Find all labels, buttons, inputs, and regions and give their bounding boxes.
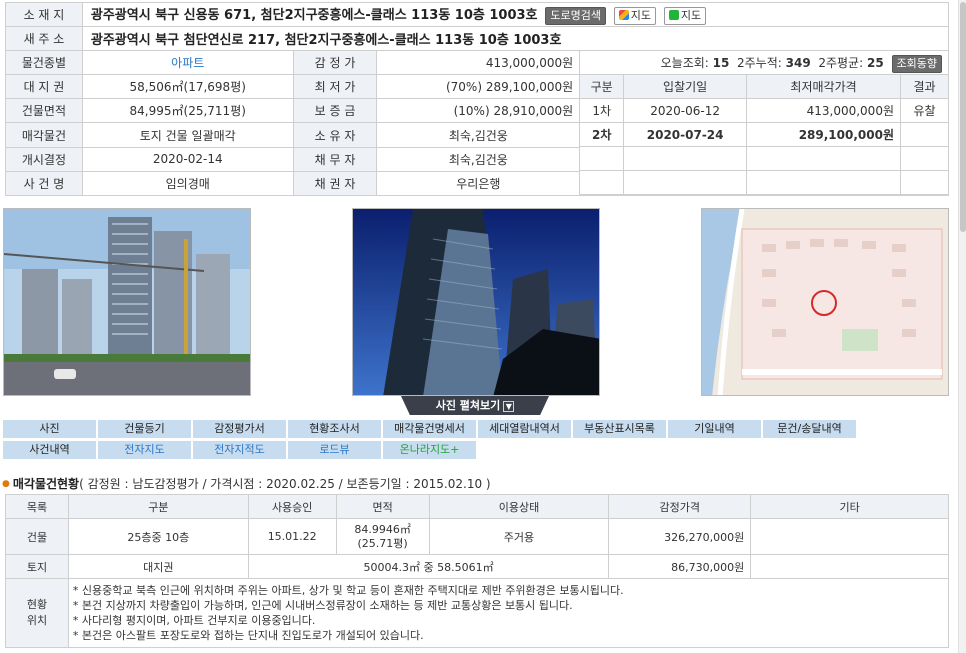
- info-label: 매각물건: [5, 122, 83, 148]
- info-label: 개시결정: [5, 146, 83, 172]
- info-label: 소 유 자: [292, 122, 378, 148]
- bid-round: 2차: [580, 122, 625, 147]
- map-d-icon: [618, 9, 629, 20]
- building-area-cell: 84.9946㎡ (25.71평): [335, 518, 430, 555]
- nav-e-map[interactable]: 전자지도: [97, 440, 192, 460]
- nav-cadastral-map[interactable]: 전자지적도: [192, 440, 287, 460]
- photo-building[interactable]: [352, 208, 600, 396]
- goods-header: 구분: [67, 494, 249, 519]
- nav-documents[interactable]: 문건/송달내역: [762, 419, 857, 439]
- case-name: 임의경매: [81, 170, 294, 197]
- bid-header: 결과: [900, 74, 948, 99]
- note-line: * 신용중학교 북측 인근에 위치하며 주위는 아파트, 상가 및 학교 등이 …: [72, 584, 624, 597]
- property-type[interactable]: 아파트: [81, 49, 294, 76]
- approval-date: 15.01.22: [247, 518, 337, 555]
- bid-date: 2020-06-12: [623, 98, 748, 123]
- location-status-label: 현황 위치: [5, 578, 69, 648]
- nav-photos[interactable]: 사진: [2, 419, 97, 439]
- info-label: 물건종별: [5, 49, 83, 76]
- photo-view-all-button[interactable]: 사진 펼쳐보기 ▼: [401, 396, 549, 415]
- vertical-scrollbar[interactable]: [958, 0, 966, 653]
- info-label: 사 건 명: [5, 170, 83, 197]
- bid-panel: 오늘조회: 15 2주누적: 349 2주평균: 25 조회동향 구분 입찰기일…: [579, 50, 949, 196]
- location-notes: * 신용중학교 북측 인근에 위치하며 주위는 아파트, 상가 및 학교 등이 …: [67, 578, 950, 648]
- bid-history-table: 구분 입찰기일 최저매각가격 결과 1차 2020-06-12 413,000,…: [580, 74, 948, 195]
- land-price: 86,730,000원: [608, 554, 752, 579]
- location-row: 광주광역시 북구 신용동 671, 첨단2지구중흥에스-클래스 113동 10층…: [81, 2, 950, 27]
- bid-result: 유찰: [900, 98, 948, 123]
- land-right-area: 58,506㎡(17,698평): [81, 74, 294, 100]
- bid-header: 입찰기일: [623, 74, 748, 99]
- sale-items: 토지 건물 일괄매각: [81, 122, 294, 148]
- info-label: 대 지 권: [5, 74, 83, 100]
- property-info-table: 소 재 지 광주광역시 북구 신용동 671, 첨단2지구중흥에스-클래스 11…: [5, 2, 950, 197]
- scrollbar-thumb[interactable]: [960, 2, 966, 232]
- chevron-down-icon: ▼: [503, 401, 515, 412]
- owner: 최숙,김건웅: [376, 122, 581, 148]
- info-label: 채 무 자: [292, 146, 378, 172]
- debtor: 최숙,김건웅: [376, 146, 581, 172]
- photo-street-view[interactable]: [3, 208, 251, 396]
- bid-result: [900, 122, 948, 147]
- note-line: * 사다리형 평지이며, 아파트 건부지로 이용중입니다.: [72, 614, 316, 627]
- goods-header: 기타: [750, 494, 949, 519]
- bid-price: 413,000,000원: [746, 98, 901, 123]
- location-label: 소 재 지: [5, 2, 83, 27]
- nav-onnara-map[interactable]: 온나라지도+: [382, 440, 477, 460]
- goods-header: 이용상태: [428, 494, 610, 519]
- photo-map[interactable]: [701, 208, 949, 396]
- goods-header: 사용승인: [247, 494, 337, 519]
- goods-row-label: 건물: [5, 518, 69, 555]
- view-stats: 오늘조회: 15 2주누적: 349 2주평균: 25 조회동향: [580, 52, 948, 75]
- bid-header: 구분: [580, 74, 625, 99]
- bid-price: 289,100,000원: [746, 122, 901, 147]
- info-label: 최 저 가: [292, 74, 378, 100]
- goods-section-title: ● 매각물건현황( 감정원 : 남도감정평가 / 가격시점 : 2020.02.2…: [2, 477, 491, 491]
- info-label: 건물면적: [5, 98, 83, 124]
- new-address-label: 새 주 소: [5, 26, 83, 51]
- location-address: 광주광역시 북구 신용동 671, 첨단2지구중흥에스-클래스 113동 10층…: [90, 8, 538, 24]
- building-floor: 25층중 10층: [67, 518, 249, 555]
- map-n-icon: [668, 9, 679, 20]
- nav-building-registry[interactable]: 건물등기: [97, 419, 192, 439]
- bid-round: 1차: [580, 98, 625, 123]
- land-kind: 대지권: [67, 554, 249, 579]
- note-line: * 본건 지상까지 차량출입이 가능하며, 인근에 시내버스정류장이 소재하는 …: [72, 599, 573, 612]
- usage-status: 주거용: [428, 518, 610, 555]
- nav-appraisal[interactable]: 감정평가서: [192, 419, 287, 439]
- map-button-2[interactable]: 지도: [663, 6, 707, 25]
- view-trend-button[interactable]: 조회동향: [891, 54, 942, 73]
- info-label: 채 권 자: [292, 170, 378, 197]
- deposit: (10%) 28,910,000원: [376, 98, 581, 124]
- goods-table: 목록 구분 사용승인 면적 이용상태 감정가격 기타 건물 25층중 10층 1…: [5, 494, 950, 648]
- building-area: 84,995㎡(25,711평): [81, 98, 294, 124]
- nav-schedule[interactable]: 기일내역: [667, 419, 762, 439]
- nav-case-details[interactable]: 사건내역: [2, 440, 97, 460]
- goods-header: 면적: [335, 494, 430, 519]
- nav-sale-statement[interactable]: 매각물건명세서: [382, 419, 477, 439]
- creditor: 우리은행: [376, 170, 581, 197]
- appraisal-price: 413,000,000원: [376, 49, 581, 76]
- start-decision-date: 2020-02-14: [81, 146, 294, 172]
- minimum-price: (70%) 289,100,000원: [376, 74, 581, 100]
- info-label: 보 증 금: [292, 98, 378, 124]
- nav-survey[interactable]: 현황조사서: [287, 419, 382, 439]
- bullet-icon: ●: [2, 479, 10, 489]
- land-area: 50004.3㎡ 중 58.5061㎡: [247, 554, 610, 579]
- goods-header: 감정가격: [608, 494, 752, 519]
- goods-row-label: 토지: [5, 554, 69, 579]
- nav-roadview[interactable]: 로드뷰: [287, 440, 382, 460]
- building-price: 326,270,000원: [608, 518, 752, 555]
- note-line: * 본건은 아스팔트 포장도로와 접하는 단지내 진입도로가 개설되어 있습니다…: [72, 629, 424, 642]
- nav-property-list[interactable]: 부동산표시목록: [572, 419, 667, 439]
- goods-header: 목록: [5, 494, 69, 519]
- new-address: 광주광역시 북구 첨단연신로 217, 첨단2지구중흥에스-클래스 113동 1…: [90, 33, 562, 48]
- info-label: 감 정 가: [292, 49, 378, 76]
- nav-household[interactable]: 세대열람내역서: [477, 419, 572, 439]
- road-search-button[interactable]: 도로명검색: [545, 6, 606, 25]
- bid-header: 최저매각가격: [746, 74, 901, 99]
- bid-date: 2020-07-24: [623, 122, 748, 147]
- map-button-1[interactable]: 지도: [613, 6, 657, 25]
